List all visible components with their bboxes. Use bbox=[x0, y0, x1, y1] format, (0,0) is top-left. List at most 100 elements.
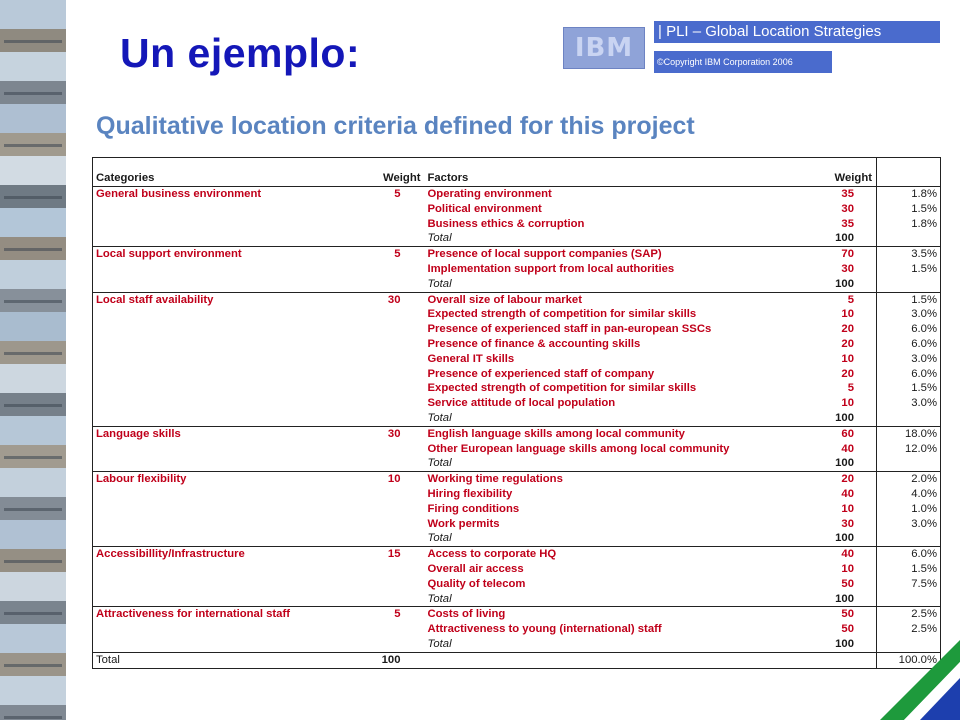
category-empty bbox=[93, 307, 367, 322]
factor-percent: 1.8% bbox=[876, 216, 941, 232]
table-header-row: Categories Weight Factors Weight bbox=[93, 157, 941, 187]
total-label: Total bbox=[427, 411, 452, 424]
factor-weight: 10 bbox=[841, 562, 854, 575]
table-row: Attractiveness to young (international) … bbox=[93, 622, 941, 637]
category-weight: 5 bbox=[366, 185, 425, 202]
table-row: Work permits 30 3.0% bbox=[93, 516, 941, 532]
factor-weight: 35 bbox=[822, 185, 877, 202]
table-row: Presence of experienced staff in pan-eur… bbox=[93, 322, 941, 337]
category-weight-empty bbox=[367, 367, 425, 382]
table-row: Political environment 30 1.5% bbox=[93, 201, 941, 217]
group-total-row: Total 100 bbox=[93, 456, 941, 472]
building-photo bbox=[0, 260, 66, 312]
factor-percent: 6.0% bbox=[876, 366, 941, 382]
factor-weight: 70 bbox=[822, 246, 877, 262]
building-photo bbox=[0, 156, 66, 208]
ibm-logo: IBM bbox=[563, 27, 645, 69]
factor-percent: 3.0% bbox=[876, 351, 941, 367]
group-total-row: Total 100 bbox=[93, 410, 941, 427]
factor-percent: 1.8% bbox=[876, 185, 941, 202]
factor-percent: 3.0% bbox=[876, 396, 941, 411]
criteria-table: Categories Weight Factors Weight General… bbox=[92, 157, 941, 669]
category-empty bbox=[93, 352, 367, 367]
building-photo bbox=[0, 468, 66, 520]
slide-title: Un ejemplo: bbox=[120, 30, 361, 76]
table-row: Implementation support from local author… bbox=[93, 261, 941, 277]
category-weight-empty bbox=[367, 217, 425, 232]
factor-weight: 20 bbox=[841, 367, 854, 380]
factor-name: Work permits bbox=[427, 517, 500, 530]
factor-percent: 7.5% bbox=[876, 576, 941, 592]
category-empty bbox=[93, 277, 367, 292]
group-total-row: Total 100 bbox=[93, 636, 941, 653]
building-photo bbox=[0, 624, 66, 676]
factor-weight: 5 bbox=[822, 291, 877, 308]
grand-total-empty bbox=[424, 651, 823, 669]
factor-weight: 40 bbox=[841, 487, 854, 500]
category-weight: 5 bbox=[366, 246, 425, 262]
table-row: Language skills 30 English language skills… bbox=[92, 425, 941, 442]
table-row: Labour flexibility 10 Working time regulat… bbox=[92, 471, 941, 487]
factor-weight: 5 bbox=[847, 382, 854, 395]
header-factors: Factors bbox=[427, 172, 469, 185]
grand-total-label: Total bbox=[92, 651, 367, 669]
table-row: Local staff availability 30 Overall size o… bbox=[92, 291, 941, 308]
category-weight-empty bbox=[367, 352, 425, 367]
building-photo bbox=[0, 520, 66, 572]
category-weight-empty bbox=[367, 381, 425, 396]
header-percent bbox=[876, 157, 941, 187]
factor-weight: 50 bbox=[841, 577, 854, 590]
total-percent-empty bbox=[876, 276, 941, 293]
factor-percent: 6.0% bbox=[876, 336, 941, 352]
header-factor-weight: Weight bbox=[834, 172, 872, 185]
factor-weight: 20 bbox=[822, 471, 877, 487]
grand-total-weight: 100 bbox=[366, 651, 425, 669]
table-row: Hiring flexibility 40 4.0% bbox=[93, 486, 941, 502]
category-weight-empty bbox=[367, 622, 425, 637]
total-label: Total bbox=[427, 457, 452, 470]
category-weight-empty bbox=[367, 322, 425, 337]
factor-name: Operating environment bbox=[424, 185, 823, 202]
category-empty bbox=[93, 442, 367, 457]
factor-weight: 30 bbox=[841, 517, 854, 530]
factor-percent: 12.0% bbox=[876, 441, 941, 457]
factor-name: Firing conditions bbox=[427, 502, 520, 515]
category-weight: 15 bbox=[366, 546, 425, 562]
category-empty bbox=[93, 367, 367, 382]
category-empty bbox=[93, 622, 367, 637]
total-label: Total bbox=[427, 532, 452, 545]
total-percent-empty bbox=[876, 456, 941, 472]
category-weight-empty bbox=[367, 411, 425, 426]
factor-percent: 2.0% bbox=[876, 471, 941, 487]
table-row: Firing conditions 10 1.0% bbox=[93, 501, 941, 517]
total-weight: 100 bbox=[835, 277, 854, 290]
category-weight-empty bbox=[367, 262, 425, 277]
category-name: Local support environment bbox=[92, 246, 367, 262]
total-percent-empty bbox=[876, 531, 941, 547]
factor-weight: 10 bbox=[841, 352, 854, 365]
category-name: Local staff availability bbox=[92, 291, 367, 308]
table-row: Attractiveness for international staff 5 C… bbox=[92, 606, 941, 623]
factor-name: Overall air access bbox=[427, 562, 524, 575]
factor-weight: 20 bbox=[841, 337, 854, 350]
table-heading: Qualitative location criteria defined fo… bbox=[96, 112, 695, 140]
pli-banner: | PLI – Global Location Strategies bbox=[654, 21, 940, 43]
table-row: Overall air access 10 1.5% bbox=[93, 561, 941, 577]
grand-total-row: Total 100 100.0% bbox=[92, 651, 941, 669]
factor-name: General IT skills bbox=[427, 352, 515, 365]
factor-percent: 1.5% bbox=[876, 261, 941, 277]
category-name: General business environment bbox=[92, 185, 367, 202]
total-label: Total bbox=[427, 592, 452, 605]
category-weight-empty bbox=[367, 577, 425, 592]
total-weight: 100 bbox=[835, 411, 854, 424]
category-weight-empty bbox=[367, 592, 425, 607]
group-total-row: Total 100 bbox=[93, 531, 941, 547]
category-empty bbox=[93, 411, 367, 426]
category-weight: 30 bbox=[366, 291, 425, 308]
table-row: Service attitude of local population 10 3.… bbox=[93, 396, 941, 411]
category-empty bbox=[93, 502, 367, 517]
factor-percent: 3.0% bbox=[876, 516, 941, 532]
category-weight-empty bbox=[367, 637, 425, 652]
photo-strip bbox=[0, 0, 66, 720]
factor-weight: 10 bbox=[841, 308, 854, 321]
